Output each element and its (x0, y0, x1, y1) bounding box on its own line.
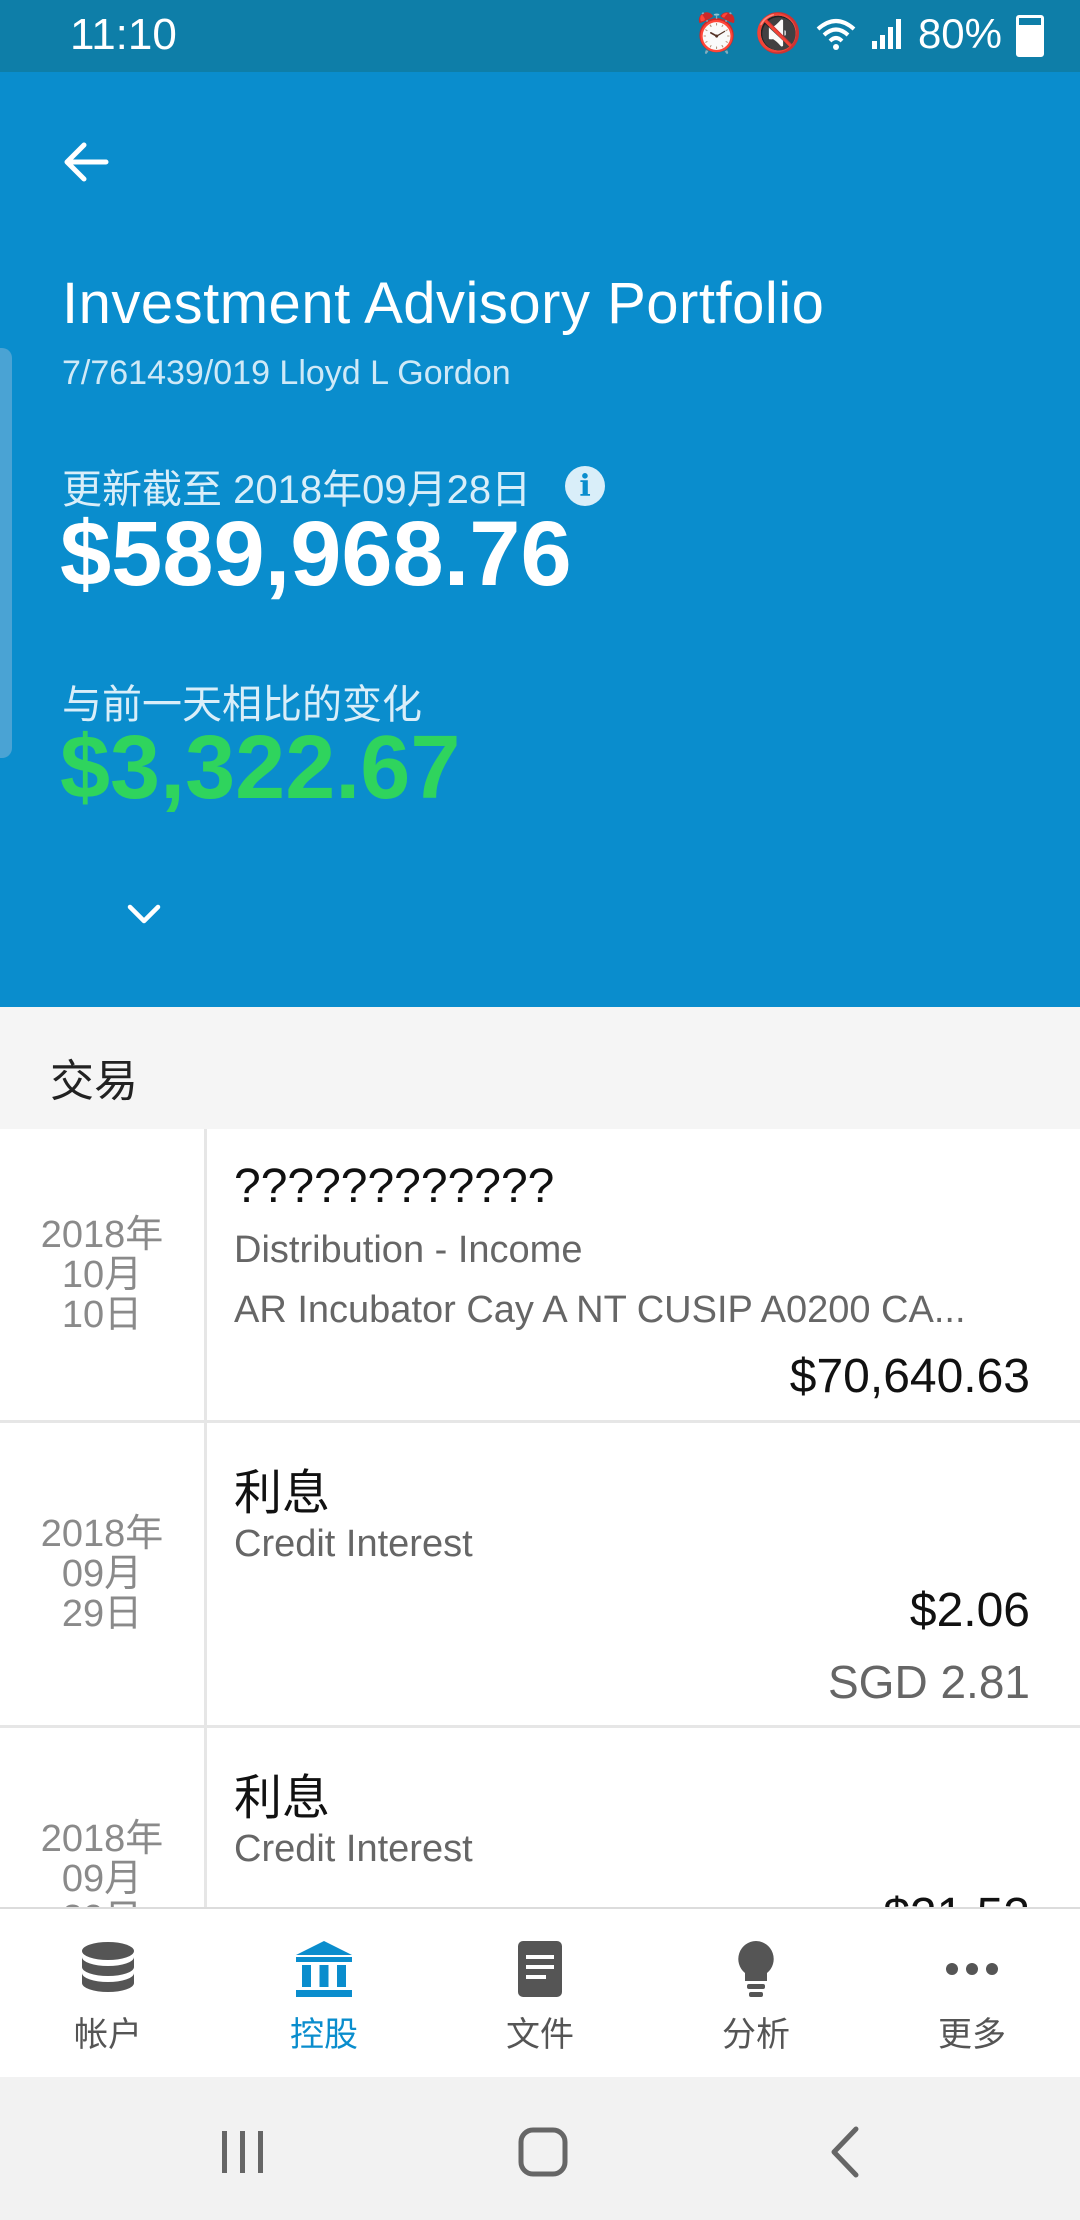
bottom-nav: 帐户 控股 文件 分析 更多 (0, 1907, 1080, 2079)
transaction-amount: $21.52 (883, 1888, 1030, 1907)
nav-insights[interactable]: 分析 (648, 1909, 864, 2079)
more-icon (946, 1963, 998, 1975)
date-day: 10日 (61, 1293, 143, 1336)
transaction-type: Distribution - Income (234, 1229, 583, 1271)
section-title: 交易 (50, 1057, 138, 1106)
transaction-title: 利息 (234, 1467, 331, 1520)
bank-icon (296, 1941, 352, 1997)
system-nav-bar (0, 2077, 1080, 2220)
date-year: 2018年 (40, 1213, 164, 1256)
wifi-icon (816, 19, 856, 50)
transaction-details: ???????????? Distribution - Income AR In… (234, 1129, 1030, 1420)
back-arrow-icon[interactable] (52, 127, 122, 197)
lightbulb-icon (738, 1941, 774, 1997)
info-icon[interactable]: i (565, 466, 606, 506)
alarm-icon: ⏰ (693, 13, 741, 55)
transaction-title: ???????????? (234, 1160, 555, 1213)
date-month: 10月 (61, 1253, 143, 1296)
side-drawer-handle[interactable] (0, 348, 12, 758)
nav-accounts[interactable]: 帐户 (0, 1909, 216, 2079)
home-icon[interactable] (508, 2117, 578, 2187)
transaction-date: 2018年 09月 29日 (0, 1728, 207, 1907)
transaction-date: 2018年 10月 10日 (0, 1129, 207, 1420)
chevron-down-icon[interactable] (122, 892, 166, 936)
nav-holdings[interactable]: 控股 (216, 1909, 432, 2079)
recent-apps-icon[interactable] (208, 2117, 278, 2187)
transaction-list[interactable]: 2018年 10月 10日 ???????????? Distribution … (0, 1129, 1080, 1907)
transaction-amount: $2.06 (909, 1584, 1030, 1637)
transaction-details: 利息 Credit Interest $2.06 SGD 2.81 (234, 1423, 1030, 1725)
date-month: 09月 (61, 1858, 143, 1900)
portfolio-header: Investment Advisory Portfolio 7/761439/0… (0, 72, 1080, 1007)
nav-label: 控股 (290, 2016, 358, 2054)
database-icon (82, 1942, 134, 1992)
mute-icon: 🔇 (754, 13, 802, 55)
transaction-date: 2018年 09月 29日 (0, 1423, 207, 1725)
transaction-type: Credit Interest (234, 1828, 473, 1870)
nav-label: 文件 (506, 2016, 574, 2054)
battery-icon (1016, 15, 1044, 57)
transaction-details: 利息 Credit Interest $21.52 (234, 1728, 1030, 1907)
back-icon[interactable] (812, 2117, 882, 2187)
transaction-title: 利息 (234, 1772, 331, 1825)
status-icons: ⏰ 🔇 80% (693, 10, 1044, 58)
date-day: 29日 (61, 1593, 143, 1635)
transaction-amount: $70,640.63 (789, 1350, 1030, 1403)
transaction-row[interactable]: 2018年 10月 10日 ???????????? Distribution … (0, 1129, 1080, 1423)
battery-percent: 80% (917, 10, 1002, 57)
nav-more[interactable]: 更多 (864, 1909, 1080, 2079)
transaction-row[interactable]: 2018年 09月 29日 利息 Credit Interest $2.06 S… (0, 1423, 1080, 1728)
status-bar: 11:10 ⏰ 🔇 80% (0, 0, 1080, 72)
status-time: 11:10 (70, 10, 177, 59)
portfolio-balance: $589,968.76 (60, 503, 572, 605)
signal-icon (871, 19, 901, 49)
transaction-row[interactable]: 2018年 09月 29日 利息 Credit Interest $21.52 (0, 1728, 1080, 1907)
account-subtitle: 7/761439/019 Lloyd L Gordon (62, 354, 511, 392)
document-icon (518, 1941, 562, 1997)
nav-documents[interactable]: 文件 (432, 1909, 648, 2079)
daily-change-value: $3,322.67 (60, 718, 461, 818)
transaction-description: AR Incubator Cay A NT CUSIP A0200 CA... (234, 1289, 966, 1331)
nav-label: 分析 (722, 2016, 790, 2054)
date-year: 2018年 (40, 1818, 164, 1860)
date-month: 09月 (61, 1553, 143, 1595)
page-title: Investment Advisory Portfolio (62, 271, 825, 336)
transactions-section-header: 交易 (0, 1007, 1080, 1131)
date-year: 2018年 (40, 1513, 164, 1555)
transaction-type: Credit Interest (234, 1523, 473, 1565)
date-day: 29日 (41, 1899, 164, 1907)
nav-label: 更多 (938, 2016, 1006, 2054)
transaction-fx-amount: SGD 2.81 (828, 1656, 1030, 1708)
nav-label: 帐户 (74, 2016, 142, 2054)
